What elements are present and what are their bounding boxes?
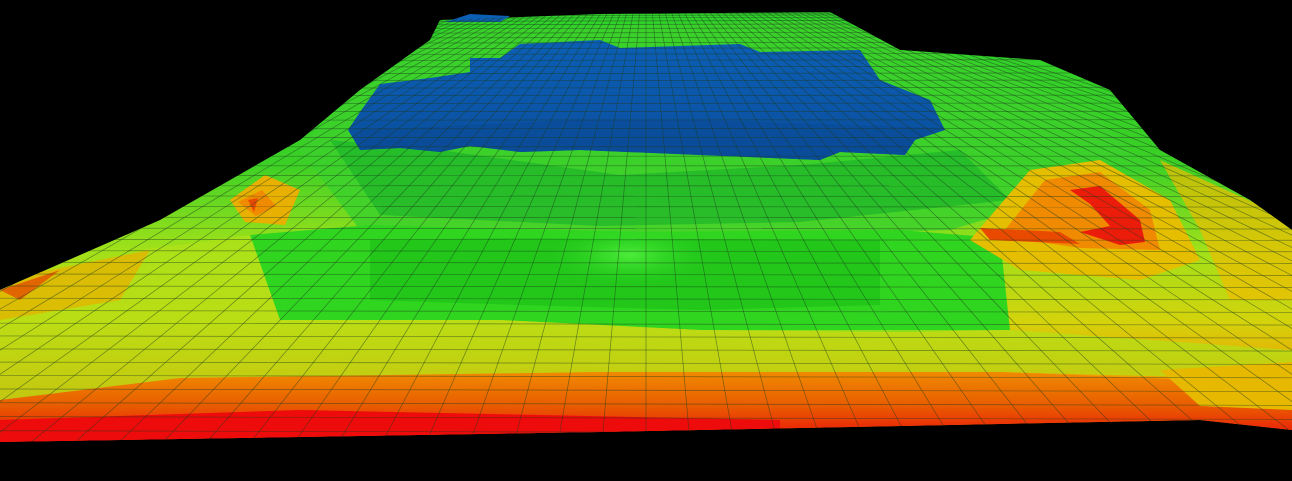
mesh-row-line bbox=[0, 12, 1292, 15]
terrain-mesh-render bbox=[0, 12, 1292, 448]
mesh-row-line bbox=[0, 445, 1292, 448]
3d-surface-viewport[interactable] bbox=[0, 0, 1292, 481]
